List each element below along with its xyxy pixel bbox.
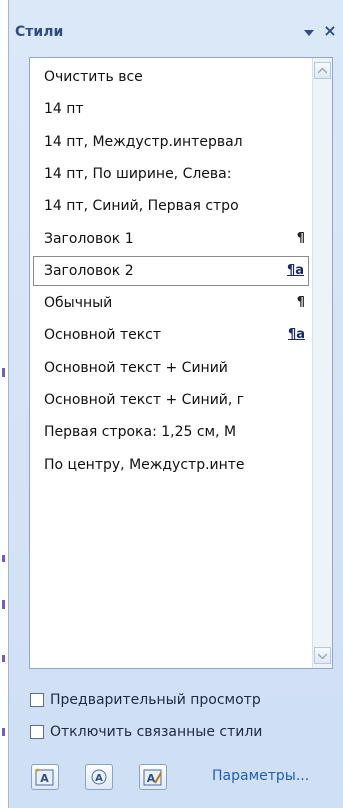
close-icon[interactable]: × (322, 22, 338, 40)
paragraph-style-icon: ¶ (296, 230, 305, 246)
pane-title-bar: Стили × (9, 20, 343, 46)
style-list-item[interactable]: Основной текст + Синий, г (33, 385, 309, 415)
style-label: Основной текст (44, 327, 162, 344)
paragraph-style-icon: ¶ (296, 295, 305, 311)
disable-linked-checkbox[interactable] (30, 725, 44, 739)
style-list-item[interactable]: Заголовок 1 ¶ (33, 224, 309, 254)
style-label: 14 пт, Синий, Первая стро (44, 198, 239, 215)
style-list-item[interactable]: Обычный ¶ (33, 288, 309, 318)
style-list-item[interactable]: 14 пт, По ширине, Слева: (33, 159, 309, 189)
chevron-up-icon (318, 67, 327, 74)
manage-styles-button[interactable]: A (139, 764, 167, 790)
style-label: Обычный (44, 295, 113, 312)
scroll-up-button[interactable] (314, 62, 331, 79)
svg-text:A: A (147, 772, 156, 785)
options-link[interactable]: Параметры... (212, 768, 309, 784)
style-inspector-icon: A (91, 769, 107, 785)
document-text-mark (2, 368, 5, 377)
svg-text:A: A (40, 772, 49, 785)
style-label: Основной текст + Синий, г (44, 392, 245, 408)
disable-linked-label: Отключить связанные стили (50, 724, 263, 740)
new-style-button[interactable]: A (31, 764, 59, 790)
style-list-item[interactable]: Основной текст + Синий (33, 353, 309, 383)
style-list-item[interactable]: 14 пт, Синий, Первая стро (33, 191, 309, 221)
pane-title: Стили (15, 24, 64, 40)
styles-list[interactable]: Очистить все 14 пт 14 пт, Междустр.интерва… (29, 57, 333, 669)
style-label: Основной текст + Синий (44, 359, 228, 376)
styles-list-items: Очистить все 14 пт 14 пт, Междустр.интерва… (30, 58, 312, 668)
linked-style-icon: ¶a (287, 327, 305, 343)
style-label: 14 пт, По ширине, Слева: (44, 165, 232, 182)
style-label: 14 пт, Междустр.интервал (44, 133, 243, 150)
style-label: 14 пт (44, 101, 84, 118)
styles-pane: Стили × Очистить все 14 пт 14 пт, Междустр… (8, 0, 343, 808)
style-list-item[interactable]: Основной текст ¶a (33, 320, 309, 350)
style-list-item[interactable]: 14 пт (33, 94, 309, 124)
new-style-icon: A (35, 768, 54, 786)
document-text-mark (2, 655, 5, 662)
linked-style-icon: ¶a (286, 262, 304, 278)
scroll-down-button[interactable] (314, 647, 331, 664)
document-edge (0, 0, 8, 808)
preview-label: Предварительный просмотр (50, 692, 261, 708)
chevron-down-icon (318, 652, 327, 659)
style-list-item[interactable]: 14 пт, Междустр.интервал (33, 127, 309, 157)
style-list-item[interactable]: Первая строка: 1,25 см, М (33, 417, 309, 447)
style-label: Первая строка: 1,25 см, М (44, 424, 237, 441)
document-text-mark (2, 728, 5, 736)
style-list-item[interactable]: По центру, Междустр.инте (33, 450, 309, 480)
preview-checkbox[interactable] (30, 693, 44, 707)
scrollbar[interactable] (312, 58, 332, 668)
manage-styles-icon: A (143, 769, 162, 786)
svg-text:A: A (95, 773, 103, 784)
preview-option[interactable]: Предварительный просмотр (30, 690, 261, 710)
style-inspector-button[interactable]: A (85, 764, 113, 790)
style-list-item[interactable]: Заголовок 2 ¶a (33, 255, 309, 286)
pane-menu-dropdown-icon[interactable] (302, 26, 316, 40)
style-label: Очистить все (44, 69, 143, 85)
document-text-mark (2, 555, 5, 562)
style-list-item[interactable]: Очистить все (33, 62, 309, 92)
style-label: По центру, Междустр.инте (44, 456, 245, 473)
document-text-mark (2, 600, 5, 609)
style-label: Заголовок 2 (44, 262, 134, 279)
disable-linked-option[interactable]: Отключить связанные стили (30, 722, 262, 742)
style-label: Заголовок 1 (44, 230, 134, 247)
